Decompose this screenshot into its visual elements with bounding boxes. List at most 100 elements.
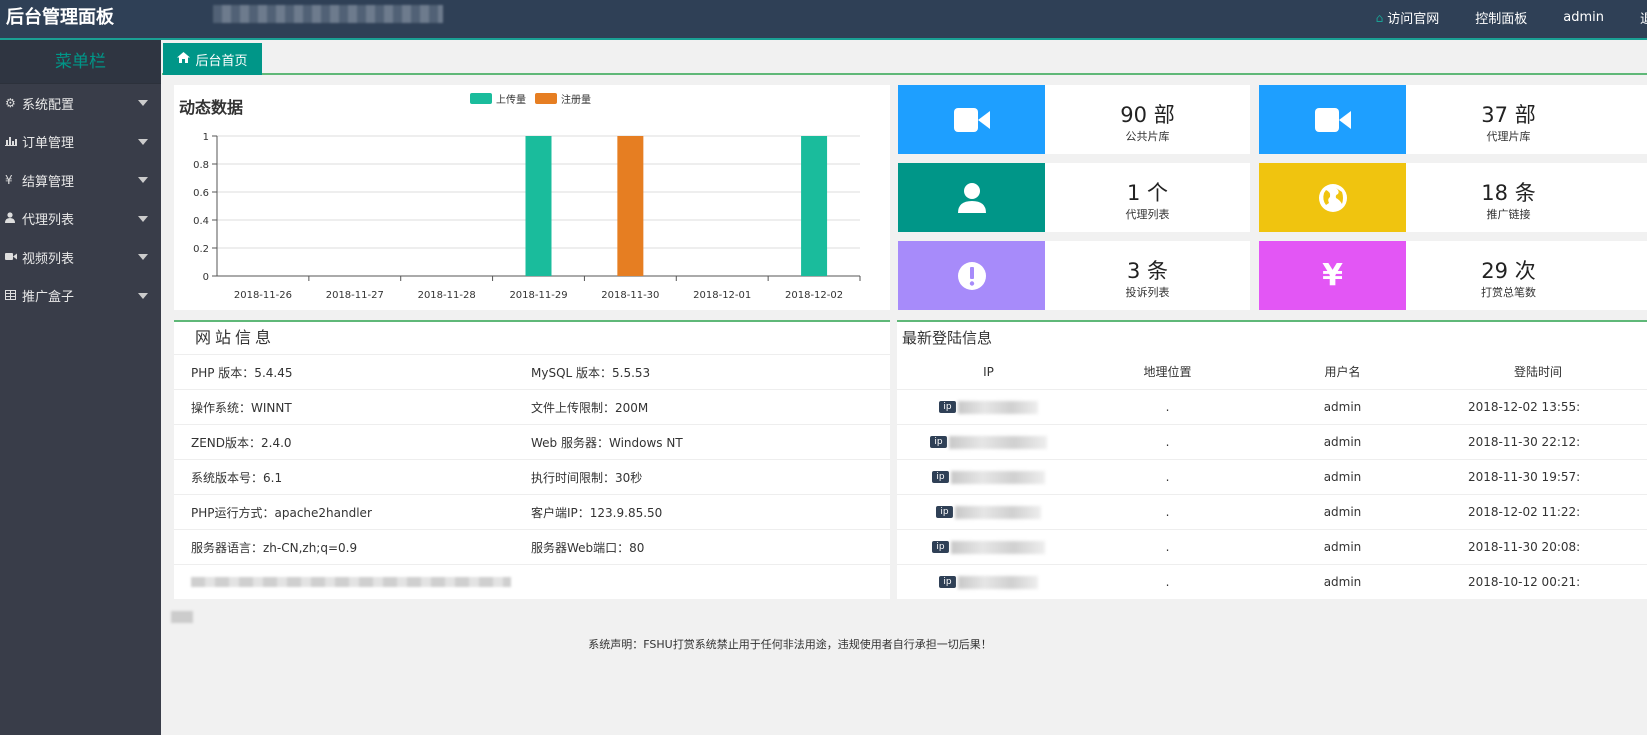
site-info-title: 网站信息	[195, 328, 276, 347]
legend-label: 注册量	[561, 93, 591, 106]
redacted-ip	[957, 575, 1038, 589]
username-cell: admin	[1323, 575, 1362, 589]
sidebar-item-orders[interactable]: 订单管理	[0, 123, 161, 162]
y-tick-label: 0.8	[193, 160, 209, 171]
ip-cell: ip	[897, 435, 1080, 449]
yen-icon: ¥	[1322, 258, 1343, 293]
stat-card-agent-library[interactable]: 37 部 代理片库	[1259, 85, 1647, 154]
stat-label: 投诉列表	[1125, 286, 1170, 299]
redacted-bar	[191, 577, 511, 587]
stat-icon-box	[1259, 163, 1406, 232]
location-cell: .	[1165, 505, 1170, 519]
sidebar-item-label: 视频列表	[22, 251, 75, 267]
redacted-ip	[957, 400, 1038, 414]
ip-cell: ip	[897, 575, 1080, 589]
info-row	[174, 564, 890, 599]
info-cell: ZEND版本：2.4.0	[191, 435, 292, 450]
info-cell: 文件上传限制：200M	[531, 400, 649, 415]
y-tick-label: 0.4	[193, 216, 209, 227]
ip-cell: ip	[897, 505, 1080, 519]
bar-chart-icon	[5, 135, 19, 149]
control-panel-label: 控制面板	[1475, 12, 1528, 27]
sidebar-item-promo-box[interactable]: 推广盒子	[0, 277, 161, 316]
location-cell: .	[1165, 400, 1170, 414]
stat-icon-box	[898, 85, 1045, 154]
sidebar-item-agents[interactable]: 代理列表	[0, 200, 161, 239]
ip-cell: ip	[897, 540, 1080, 554]
table-row: ip . admin 2018-12-02 13:55:	[897, 389, 1647, 424]
y-tick-label: 0.2	[193, 244, 209, 255]
redacted-ip	[950, 540, 1045, 554]
username-cell: admin	[1323, 540, 1362, 554]
bar	[801, 136, 828, 276]
top-nav: ⌂ 访问官网 控制面板 admin 退	[1376, 8, 1647, 27]
column-header: 用户名	[1324, 365, 1361, 379]
info-cell: 服务器语言：zh-CN,zh;q=0.9	[191, 540, 358, 555]
chevron-down-icon	[138, 100, 148, 106]
home-icon	[177, 51, 191, 67]
info-row: 操作系统：WINNT 文件上传限制：200M	[174, 389, 890, 424]
sidebar-title: 菜单栏	[0, 40, 161, 84]
y-tick-label: 0.6	[193, 188, 209, 199]
user-icon	[5, 212, 19, 226]
info-row: 服务器语言：zh-CN,zh;q=0.9 服务器Web端口：80	[174, 529, 890, 564]
login-time-cell: 2018-10-12 00:21:	[1468, 575, 1581, 589]
table-row: ip . admin 2018-12-02 11:22:	[897, 494, 1647, 529]
ip-badge: ip	[930, 436, 947, 448]
yen-icon: ¥	[5, 173, 13, 188]
x-tick-label: 2018-12-01	[693, 290, 751, 301]
chevron-down-icon	[138, 292, 148, 299]
gear-icon: ⚙	[5, 96, 16, 111]
sidebar-item-system-config[interactable]: ⚙ 系统配置	[0, 84, 161, 123]
info-row: 系统版本号：6.1 执行时间限制：30秒	[174, 459, 890, 494]
stat-value: 29 次	[1481, 259, 1536, 283]
chevron-down-icon	[138, 254, 148, 260]
username-cell: admin	[1323, 470, 1362, 484]
user-menu[interactable]: admin	[1563, 10, 1604, 25]
table-row: ip . admin 2018-11-30 19:57:	[897, 459, 1647, 494]
visit-site-label: 访问官网	[1387, 12, 1440, 27]
login-info-title: 最新登陆信息	[902, 329, 993, 347]
x-tick-label: 2018-12-02	[785, 290, 843, 301]
info-cell: 操作系统：WINNT	[191, 400, 292, 415]
logout-link[interactable]: 退	[1640, 8, 1647, 27]
location-cell: .	[1165, 435, 1170, 449]
chevron-down-icon	[138, 138, 148, 145]
brand-title: 后台管理面板	[6, 7, 114, 28]
ip-badge: ip	[932, 541, 949, 553]
x-tick-label: 2018-11-29	[509, 290, 567, 301]
column-header: 登陆时间	[1514, 365, 1563, 379]
info-cell: PHP运行方式：apache2handler	[191, 505, 372, 520]
stat-value: 37 部	[1481, 103, 1536, 127]
user-name: admin	[1563, 10, 1604, 25]
visit-site-link[interactable]: ⌂ 访问官网	[1376, 8, 1440, 28]
ip-badge: ip	[932, 471, 949, 483]
username-cell: admin	[1323, 400, 1362, 414]
stat-card-complaints[interactable]: 3 条 投诉列表	[898, 241, 1250, 310]
bar-chart: 0 0.2 0.4 0.6 0.8 1 2018-11-26 2018-11-27 2018-1…	[193, 93, 861, 301]
stat-card-public-library[interactable]: 90 部 公共片库	[898, 85, 1250, 154]
stat-card-agent-list[interactable]: 1 个 代理列表	[898, 163, 1250, 232]
video-icon	[5, 250, 19, 264]
sidebar-item-label: 结算管理	[22, 174, 75, 190]
stat-value: 3 条	[1126, 259, 1169, 283]
tab-home[interactable]: 后台首页	[163, 43, 262, 75]
stat-value: 1 个	[1126, 181, 1169, 205]
stat-label: 打赏总笔数	[1481, 286, 1536, 299]
ip-badge: ip	[939, 576, 956, 588]
sidebar-item-videos[interactable]: 视频列表	[0, 238, 161, 277]
info-cell: 服务器Web端口：80	[531, 540, 645, 555]
stat-icon-box	[898, 241, 1045, 310]
sidebar-item-settlement[interactable]: ¥ 结算管理	[0, 161, 161, 200]
control-panel-link[interactable]: 控制面板	[1475, 8, 1527, 27]
stat-card-promo-links[interactable]: 18 条 推广链接	[1259, 163, 1647, 232]
info-cell: PHP 版本：5.4.45	[191, 365, 293, 380]
stat-label: 推广链接	[1486, 208, 1531, 221]
redacted-mark	[171, 611, 193, 623]
info-cell: 执行时间限制：30秒	[531, 470, 643, 485]
y-tick-label: 1	[203, 132, 209, 143]
stat-card-total-tips[interactable]: ¥ 29 次 打赏总笔数	[1259, 241, 1647, 310]
user-icon	[957, 182, 986, 213]
ip-cell: ip	[897, 400, 1080, 414]
table-row: ip . admin 2018-11-30 22:12:	[897, 424, 1647, 459]
